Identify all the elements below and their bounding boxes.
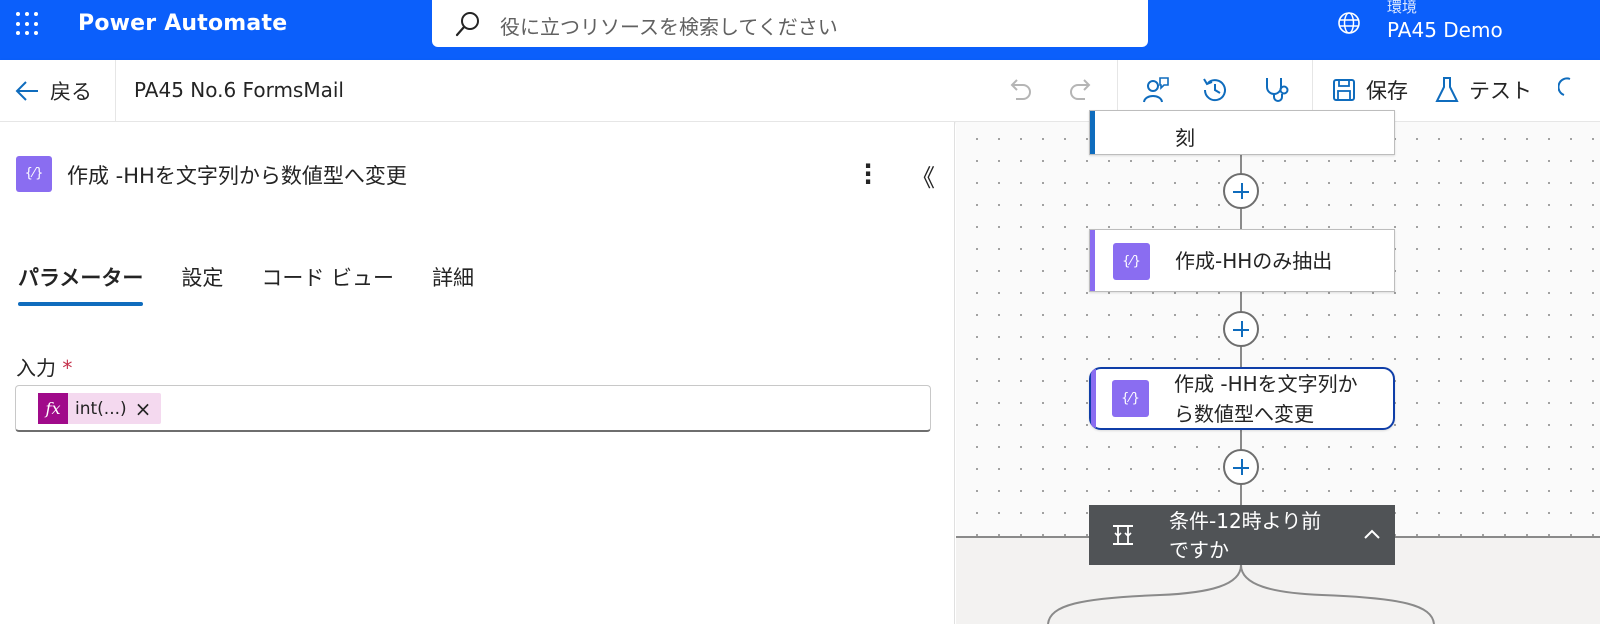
add-step-button[interactable] <box>1223 311 1259 347</box>
card-accent <box>1090 230 1095 291</box>
search-icon <box>455 12 479 37</box>
divider <box>115 60 116 122</box>
remove-token-icon[interactable]: × <box>135 397 162 421</box>
save-label: 保存 <box>1366 79 1408 103</box>
condition-title-line1: 条件-12時より前 <box>1169 509 1322 533</box>
undo-icon[interactable] <box>1007 75 1033 105</box>
app-header: Power Automate 役に立つリソースを検索してください 環境 PA45… <box>0 0 1600 60</box>
arrow-left-icon <box>15 81 38 101</box>
version-history-icon[interactable] <box>1200 75 1230 105</box>
branch-connector <box>1047 565 1435 624</box>
collapse-pane-icon[interactable]: 《 <box>911 158 935 193</box>
token-label: int(...) <box>75 398 127 419</box>
back-button[interactable]: 戻る <box>14 76 92 106</box>
card-title: 刻 <box>1175 126 1195 150</box>
pane-title: 作成 -HHを文字列から数値型へ変更 <box>67 164 407 188</box>
back-label: 戻る <box>50 80 92 104</box>
app-launcher-icon[interactable] <box>16 12 40 36</box>
feedback-icon[interactable] <box>1558 75 1578 105</box>
save-icon <box>1333 79 1355 101</box>
flow-checker-icon[interactable] <box>1262 75 1292 105</box>
copilot-chat-icon[interactable] <box>1140 75 1170 105</box>
more-options-icon[interactable]: · · · <box>858 154 878 194</box>
action-details-pane: {⁄} 作成 -HHを文字列から数値型へ変更 · · · 《 パラメーター 設定 コ… <box>0 122 955 624</box>
compose-icon: {⁄} <box>1113 243 1150 280</box>
required-indicator: * <box>62 356 73 380</box>
save-button[interactable]: 保存 <box>1332 75 1408 105</box>
tab-details[interactable]: 詳細 <box>432 262 474 306</box>
redo-icon[interactable] <box>1068 75 1094 105</box>
card-accent <box>1091 369 1096 428</box>
action-card[interactable]: {⁄} 作成-HHのみ抽出 <box>1089 229 1395 292</box>
app-title[interactable]: Power Automate <box>78 11 287 36</box>
tab-code-view[interactable]: コード ビュー <box>261 262 394 306</box>
input-field[interactable]: fx int(...) × <box>15 385 931 432</box>
test-label: テスト <box>1469 79 1532 103</box>
card-accent <box>1090 111 1095 154</box>
flow-name: PA45 No.6 FormsMail <box>134 78 344 102</box>
action-card[interactable]: 刻 <box>1089 110 1395 155</box>
search-placeholder: 役に立つリソースを検索してください <box>500 15 838 39</box>
expression-token[interactable]: fx int(...) × <box>38 393 162 424</box>
environment-label: 環境 <box>1387 0 1418 16</box>
condition-card[interactable]: 条件-12時より前 ですか <box>1089 505 1395 565</box>
input-label-text: 入力 <box>16 356 56 380</box>
add-step-button[interactable] <box>1223 173 1259 209</box>
chevron-up-icon[interactable] <box>1363 528 1381 540</box>
tab-settings[interactable]: 設定 <box>181 262 223 306</box>
tab-parameters[interactable]: パラメーター <box>18 262 144 306</box>
search-input[interactable]: 役に立つリソースを検索してください <box>432 0 1148 47</box>
compose-icon: {⁄} <box>16 156 52 192</box>
condition-title-line2: ですか <box>1169 538 1229 562</box>
test-button[interactable]: テスト <box>1435 75 1532 105</box>
compose-icon: {⁄} <box>1112 380 1149 417</box>
action-card-selected[interactable]: {⁄} 作成 -HHを文字列か ら数値型へ変更 <box>1089 367 1395 430</box>
tab-list: パラメーター 設定 コード ビュー 詳細 <box>18 262 474 306</box>
card-title: 作成 -HHを文字列か ら数値型へ変更 <box>1174 372 1358 426</box>
function-icon: fx <box>38 393 68 424</box>
environment-selector[interactable]: PA45 Demo <box>1387 18 1503 42</box>
condition-title: 条件-12時より前 ですか <box>1169 507 1321 565</box>
input-field-label: 入力 * <box>16 352 72 381</box>
card-title: 作成-HHのみ抽出 <box>1175 249 1333 273</box>
add-step-button[interactable] <box>1223 449 1259 485</box>
condition-icon <box>1113 525 1133 545</box>
globe-icon[interactable] <box>1336 10 1362 36</box>
flask-icon <box>1435 77 1459 102</box>
